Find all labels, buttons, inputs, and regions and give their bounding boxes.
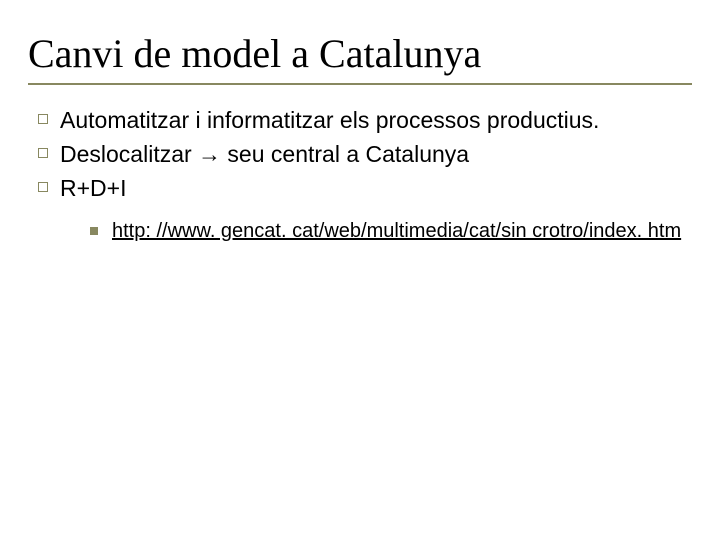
- main-list: Automatitzar i informatitzar els process…: [28, 105, 692, 245]
- list-item: R+D+I http: //www. gencat. cat/web/multi…: [36, 173, 692, 245]
- page-title: Canvi de model a Catalunya: [28, 30, 692, 77]
- list-item: Deslocalitzar → seu central a Catalunya: [36, 139, 692, 170]
- title-container: Canvi de model a Catalunya: [28, 30, 692, 85]
- list-item-text: Deslocalitzar → seu central a Catalunya: [60, 141, 469, 167]
- bullet-outline-icon: [38, 182, 48, 192]
- list-item: Automatitzar i informatitzar els process…: [36, 105, 692, 136]
- reference-link[interactable]: http: //www. gencat. cat/web/multimedia/…: [112, 220, 681, 242]
- list-item-text: Automatitzar i informatitzar els process…: [60, 107, 599, 133]
- bullet-outline-icon: [38, 148, 48, 158]
- bullet-outline-icon: [38, 114, 48, 124]
- list-item-text: R+D+I: [60, 175, 126, 201]
- list-item: http: //www. gencat. cat/web/multimedia/…: [88, 218, 692, 245]
- sub-list: http: //www. gencat. cat/web/multimedia/…: [60, 218, 692, 245]
- bullet-solid-icon: [90, 227, 98, 235]
